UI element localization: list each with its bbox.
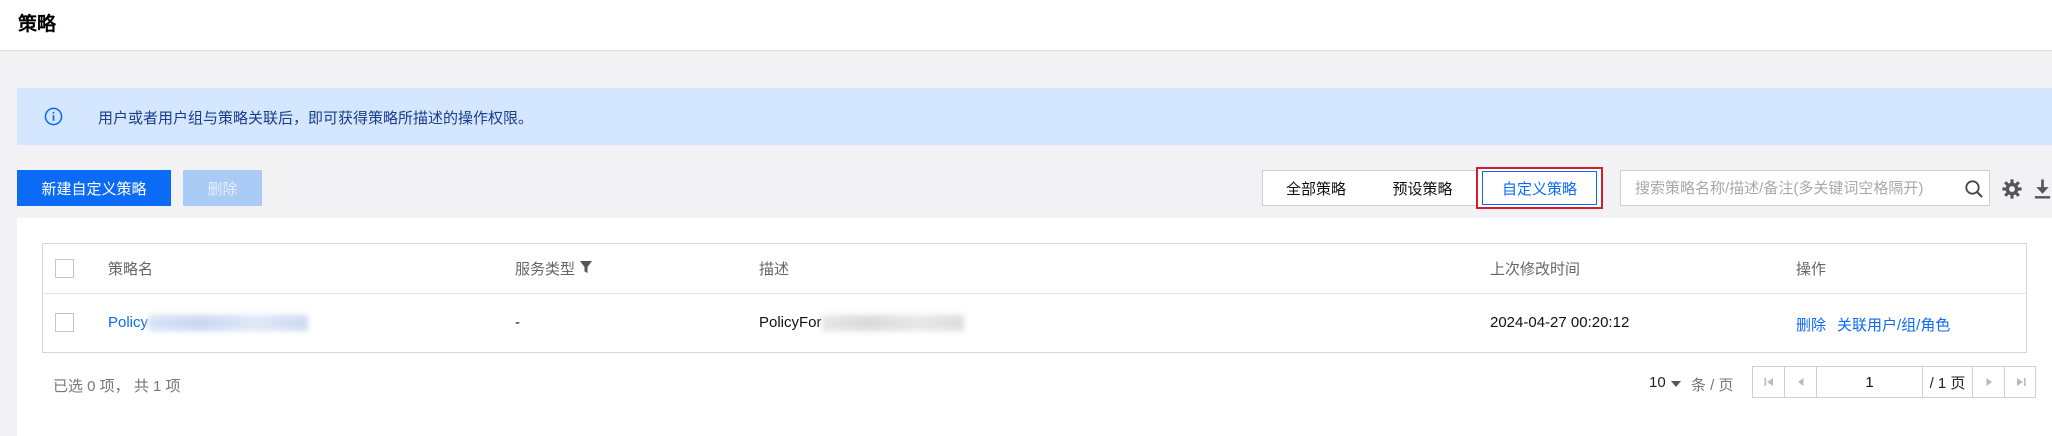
next-page-icon [1986, 378, 1992, 386]
row-checkbox[interactable] [55, 313, 74, 332]
column-header-actions: 操作 [1796, 261, 1827, 278]
last-page-icon [2017, 378, 2026, 386]
select-all-checkbox[interactable] [55, 259, 74, 278]
tab-all-policies[interactable]: 全部策略 [1262, 170, 1370, 206]
table-row: Policy - PolicyFor 2024-04-27 00:20:12 删… [43, 294, 2026, 352]
policy-table: 策略名 服务类型 描述 上次修改时间 操作 Policy - PolicyFor… [42, 243, 2027, 353]
search-icon[interactable] [1964, 179, 1984, 199]
page-number-input[interactable] [1817, 367, 1923, 397]
prev-page-button[interactable] [1785, 367, 1817, 397]
first-page-button[interactable] [1753, 367, 1785, 397]
table-header: 策略名 服务类型 描述 上次修改时间 操作 [43, 244, 2026, 294]
info-icon [44, 107, 63, 126]
prev-page-icon [1797, 378, 1803, 386]
page-size-unit: 条 / 页 [1691, 377, 1734, 394]
column-header-last-modified: 上次修改时间 [1490, 261, 1581, 278]
info-banner: 用户或者用户组与策略关联后，即可获得策略所描述的操作权限。 [17, 88, 2052, 145]
download-icon[interactable] [2033, 178, 2052, 200]
banner-text: 用户或者用户组与策略关联后，即可获得策略所描述的操作权限。 [98, 110, 534, 127]
description-cell: PolicyFor [759, 314, 964, 332]
policy-name-prefix: Policy [108, 314, 149, 331]
gear-icon[interactable] [2001, 178, 2023, 200]
chevron-down-icon[interactable] [1671, 381, 1681, 387]
description-prefix: PolicyFor [759, 314, 822, 331]
tab-preset-policies[interactable]: 预设策略 [1369, 170, 1477, 206]
page-title: 策略 [18, 14, 57, 35]
tab-custom-policies[interactable]: 自定义策略 [1482, 171, 1597, 205]
service-type-cell: - [515, 314, 520, 331]
first-page-icon [1764, 378, 1773, 386]
next-page-button[interactable] [1973, 367, 2005, 397]
page-header: 策略 [0, 0, 2052, 51]
policy-name-link[interactable]: Policy [108, 314, 309, 332]
column-header-policy-name: 策略名 [108, 261, 154, 278]
search-box [1620, 170, 1990, 206]
page-size-select[interactable]: 10 [1649, 374, 1666, 391]
search-input[interactable] [1621, 171, 1951, 205]
last-modified-cell: 2024-04-27 00:20:12 [1490, 314, 1630, 331]
column-header-service-type: 服务类型 [515, 261, 576, 278]
policy-table-card: 策略名 服务类型 描述 上次修改时间 操作 Policy - PolicyFor… [17, 218, 2052, 436]
pagination: / 1 页 [1752, 366, 2036, 398]
last-page-button[interactable] [2005, 367, 2037, 397]
create-custom-policy-button[interactable]: 新建自定义策略 [17, 170, 171, 206]
column-header-description: 描述 [759, 261, 790, 278]
delete-button[interactable]: 删除 [183, 170, 262, 206]
row-delete-link[interactable]: 删除 [1796, 314, 1826, 335]
selection-info: 已选 0 项， 共 1 项 [53, 378, 181, 395]
total-pages: / 1 页 [1923, 367, 1973, 397]
associate-users-link[interactable]: 关联用户/组/角色 [1837, 314, 1950, 335]
highlight-box: 自定义策略 [1476, 167, 1603, 209]
filter-icon[interactable] [579, 260, 593, 274]
redacted-text [821, 315, 964, 332]
redacted-text [148, 315, 309, 332]
